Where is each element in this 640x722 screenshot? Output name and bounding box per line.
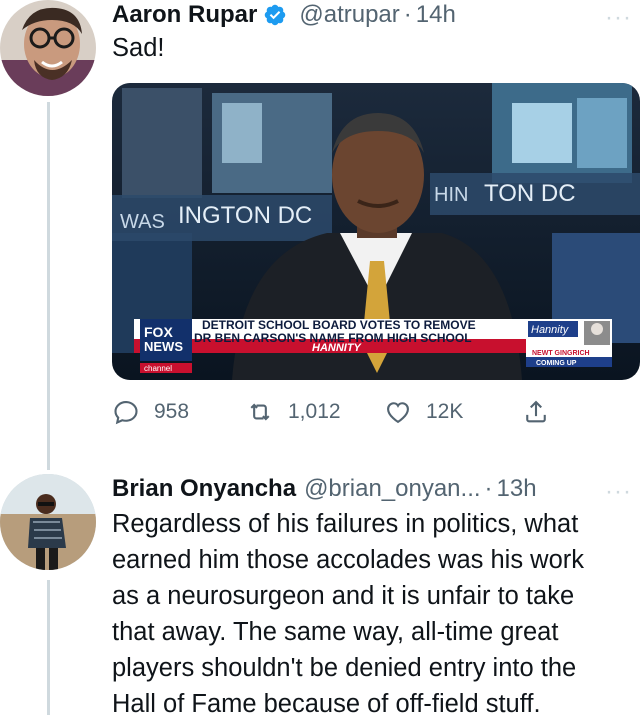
like-count: 12K bbox=[426, 400, 464, 423]
retweet-count: 1,012 bbox=[288, 400, 341, 423]
tweet-text-line: Regardless of his failures in politics, … bbox=[112, 510, 579, 538]
like-button[interactable]: 12K bbox=[384, 395, 463, 429]
tweet-time[interactable]: 13h bbox=[497, 475, 537, 503]
bg-text-right: TON DC bbox=[484, 180, 576, 207]
share-icon bbox=[526, 400, 546, 423]
share-button[interactable] bbox=[522, 395, 550, 429]
author-handle[interactable]: @brian_onyan... bbox=[304, 475, 480, 503]
tweet-text: Regardless of his failures in politics, … bbox=[112, 506, 584, 722]
tweet-media-image[interactable]: WAS INGTON DC HIN TON DC FOX NEWS channe… bbox=[112, 83, 640, 380]
tweet-text-line: Hall of Fame because of off-field stuff. bbox=[112, 690, 541, 718]
more-icon[interactable]: ··· bbox=[605, 4, 632, 32]
thread-line bbox=[47, 580, 50, 715]
author-handle[interactable]: @atrupar bbox=[299, 1, 399, 29]
promo-line-2: COMING UP bbox=[536, 360, 577, 367]
avatar-aaron-rupar[interactable] bbox=[0, 0, 96, 96]
separator-dot: · bbox=[403, 1, 412, 28]
chyron-show-name: HANNITY bbox=[312, 342, 363, 354]
tweet-time[interactable]: 14h bbox=[416, 1, 456, 29]
fox-logo-top: FOX bbox=[144, 324, 173, 340]
retweet-button[interactable]: 1,012 bbox=[246, 395, 341, 429]
tweet-text-line: earned him those accolades was his work bbox=[112, 546, 584, 574]
more-icon[interactable]: ··· bbox=[605, 478, 632, 506]
tweet-text-line: players shouldn't be denied entry into t… bbox=[112, 654, 577, 682]
author-name[interactable]: Brian Onyancha bbox=[112, 475, 296, 503]
verified-badge-icon bbox=[265, 4, 286, 26]
news-screenshot: WAS INGTON DC HIN TON DC FOX NEWS channe… bbox=[112, 83, 640, 380]
retweet-icon bbox=[250, 403, 270, 421]
tweet-header: Brian Onyancha @brian_onyan... · 13h bbox=[112, 474, 630, 504]
tweet-text: Sad! bbox=[112, 34, 165, 62]
tweet-actions: 958 1,012 12K bbox=[112, 395, 572, 429]
promo-show-name: Hannity bbox=[531, 324, 570, 336]
author-name[interactable]: Aaron Rupar bbox=[112, 1, 257, 29]
promo-line-1: NEWT GINGRICH bbox=[532, 350, 590, 357]
reply-count: 958 bbox=[154, 400, 190, 423]
bg-text-prefix-right: HIN bbox=[434, 184, 468, 206]
bg-text-prefix-left: WAS bbox=[120, 211, 165, 233]
tweet-text-line: as a neurosurgeon and it is unfair to ta… bbox=[112, 582, 575, 610]
thread-line bbox=[47, 102, 50, 470]
chyron-line-1: DETROIT SCHOOL BOARD VOTES TO REMOVE bbox=[202, 318, 476, 332]
tweet-2[interactable]: Brian Onyancha @brian_onyan... · 13h ···… bbox=[0, 474, 640, 718]
tweet-1[interactable]: Aaron Rupar @atrupar · 14h ··· Sad! WAS … bbox=[0, 0, 640, 470]
fox-logo-bottom: NEWS bbox=[144, 339, 183, 354]
separator-dot: · bbox=[484, 475, 493, 502]
tweet-text-line: that away. The same way, all-time great bbox=[112, 618, 559, 646]
tweet-header: Aaron Rupar @atrupar · 14h bbox=[112, 0, 630, 30]
avatar-brian-onyancha[interactable] bbox=[0, 474, 96, 570]
reply-button[interactable]: 958 bbox=[112, 395, 189, 429]
fox-logo-channel: channel bbox=[144, 364, 172, 373]
bg-text-left: INGTON DC bbox=[178, 202, 312, 229]
reply-icon bbox=[114, 401, 138, 425]
like-icon bbox=[387, 402, 409, 424]
